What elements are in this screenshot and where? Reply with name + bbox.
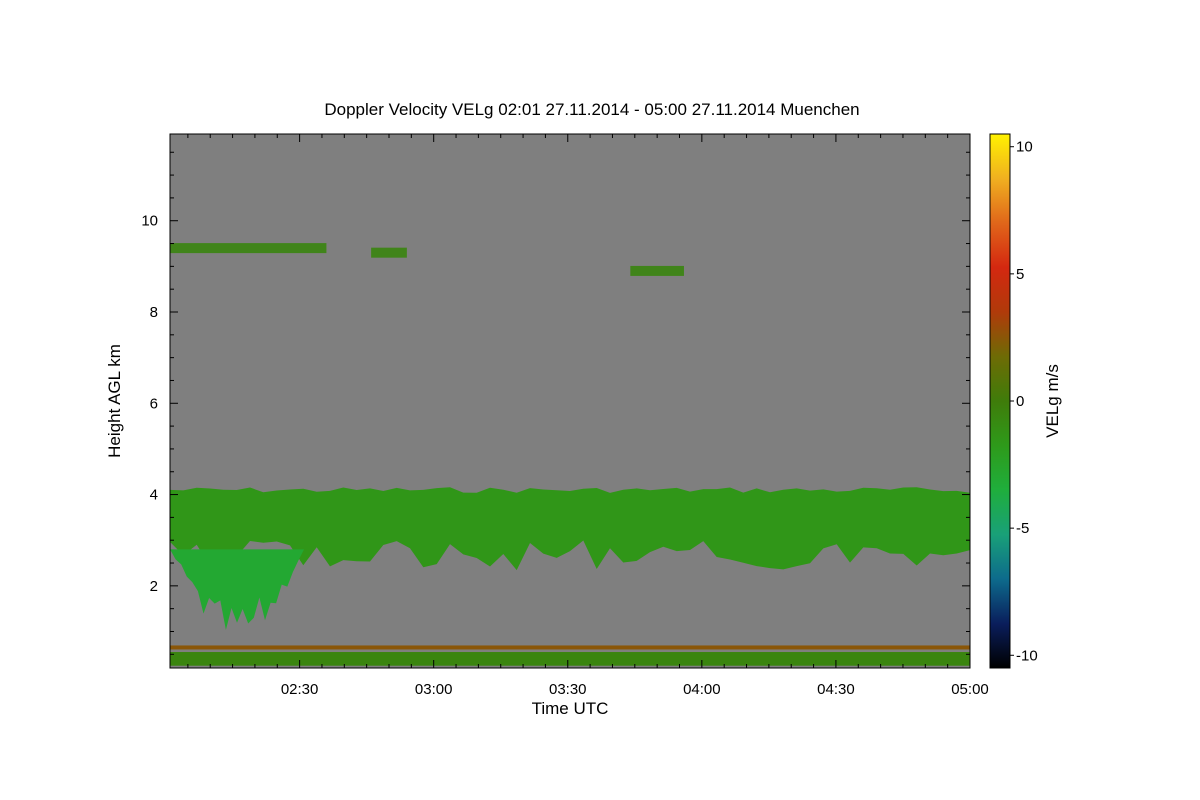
y-tick-label: 10 [141, 213, 158, 230]
doppler-velocity-chart: Doppler Velocity VELg 02:01 27.11.2014 -… [105, 100, 1062, 718]
echo-aerosol-layer-0 [170, 652, 970, 666]
x-tick-label: 04:30 [817, 681, 855, 698]
colorbar-tick-label: 5 [1016, 266, 1024, 283]
x-tick-label: 05:00 [951, 681, 989, 698]
echo-cirrus-6 [630, 265, 684, 276]
echo-ceilometer-artifact-line-1 [170, 645, 970, 650]
x-tick-label: 04:00 [683, 681, 721, 698]
colorbar-tick-label: -5 [1016, 520, 1029, 537]
echo-cirrus-4 [170, 243, 327, 254]
colorbar-tick-label: 0 [1016, 393, 1024, 410]
echo-cirrus-5 [371, 247, 407, 258]
y-tick-label: 4 [150, 487, 158, 504]
colorbar [989, 133, 1011, 669]
x-tick-label: 03:00 [415, 681, 453, 698]
colorbar-tick-label: -10 [1016, 647, 1038, 664]
chart-title: Doppler Velocity VELg 02:01 27.11.2014 -… [324, 100, 859, 119]
x-tick-label: 03:30 [549, 681, 587, 698]
y-tick-label: 6 [150, 395, 158, 412]
x-axis-label: Time UTC [532, 699, 609, 718]
colorbar-ticks: -10 -5 0 5 10 [1010, 139, 1038, 664]
y-tick-label: 8 [150, 304, 158, 321]
plot-background [170, 134, 970, 668]
colorbar-tick-label: 10 [1016, 139, 1033, 156]
y-tick-label: 2 [150, 578, 158, 595]
colorbar-label: VELg m/s [1043, 364, 1062, 438]
x-tick-label: 02:30 [281, 681, 319, 698]
y-axis-label: Height AGL km [105, 344, 124, 458]
